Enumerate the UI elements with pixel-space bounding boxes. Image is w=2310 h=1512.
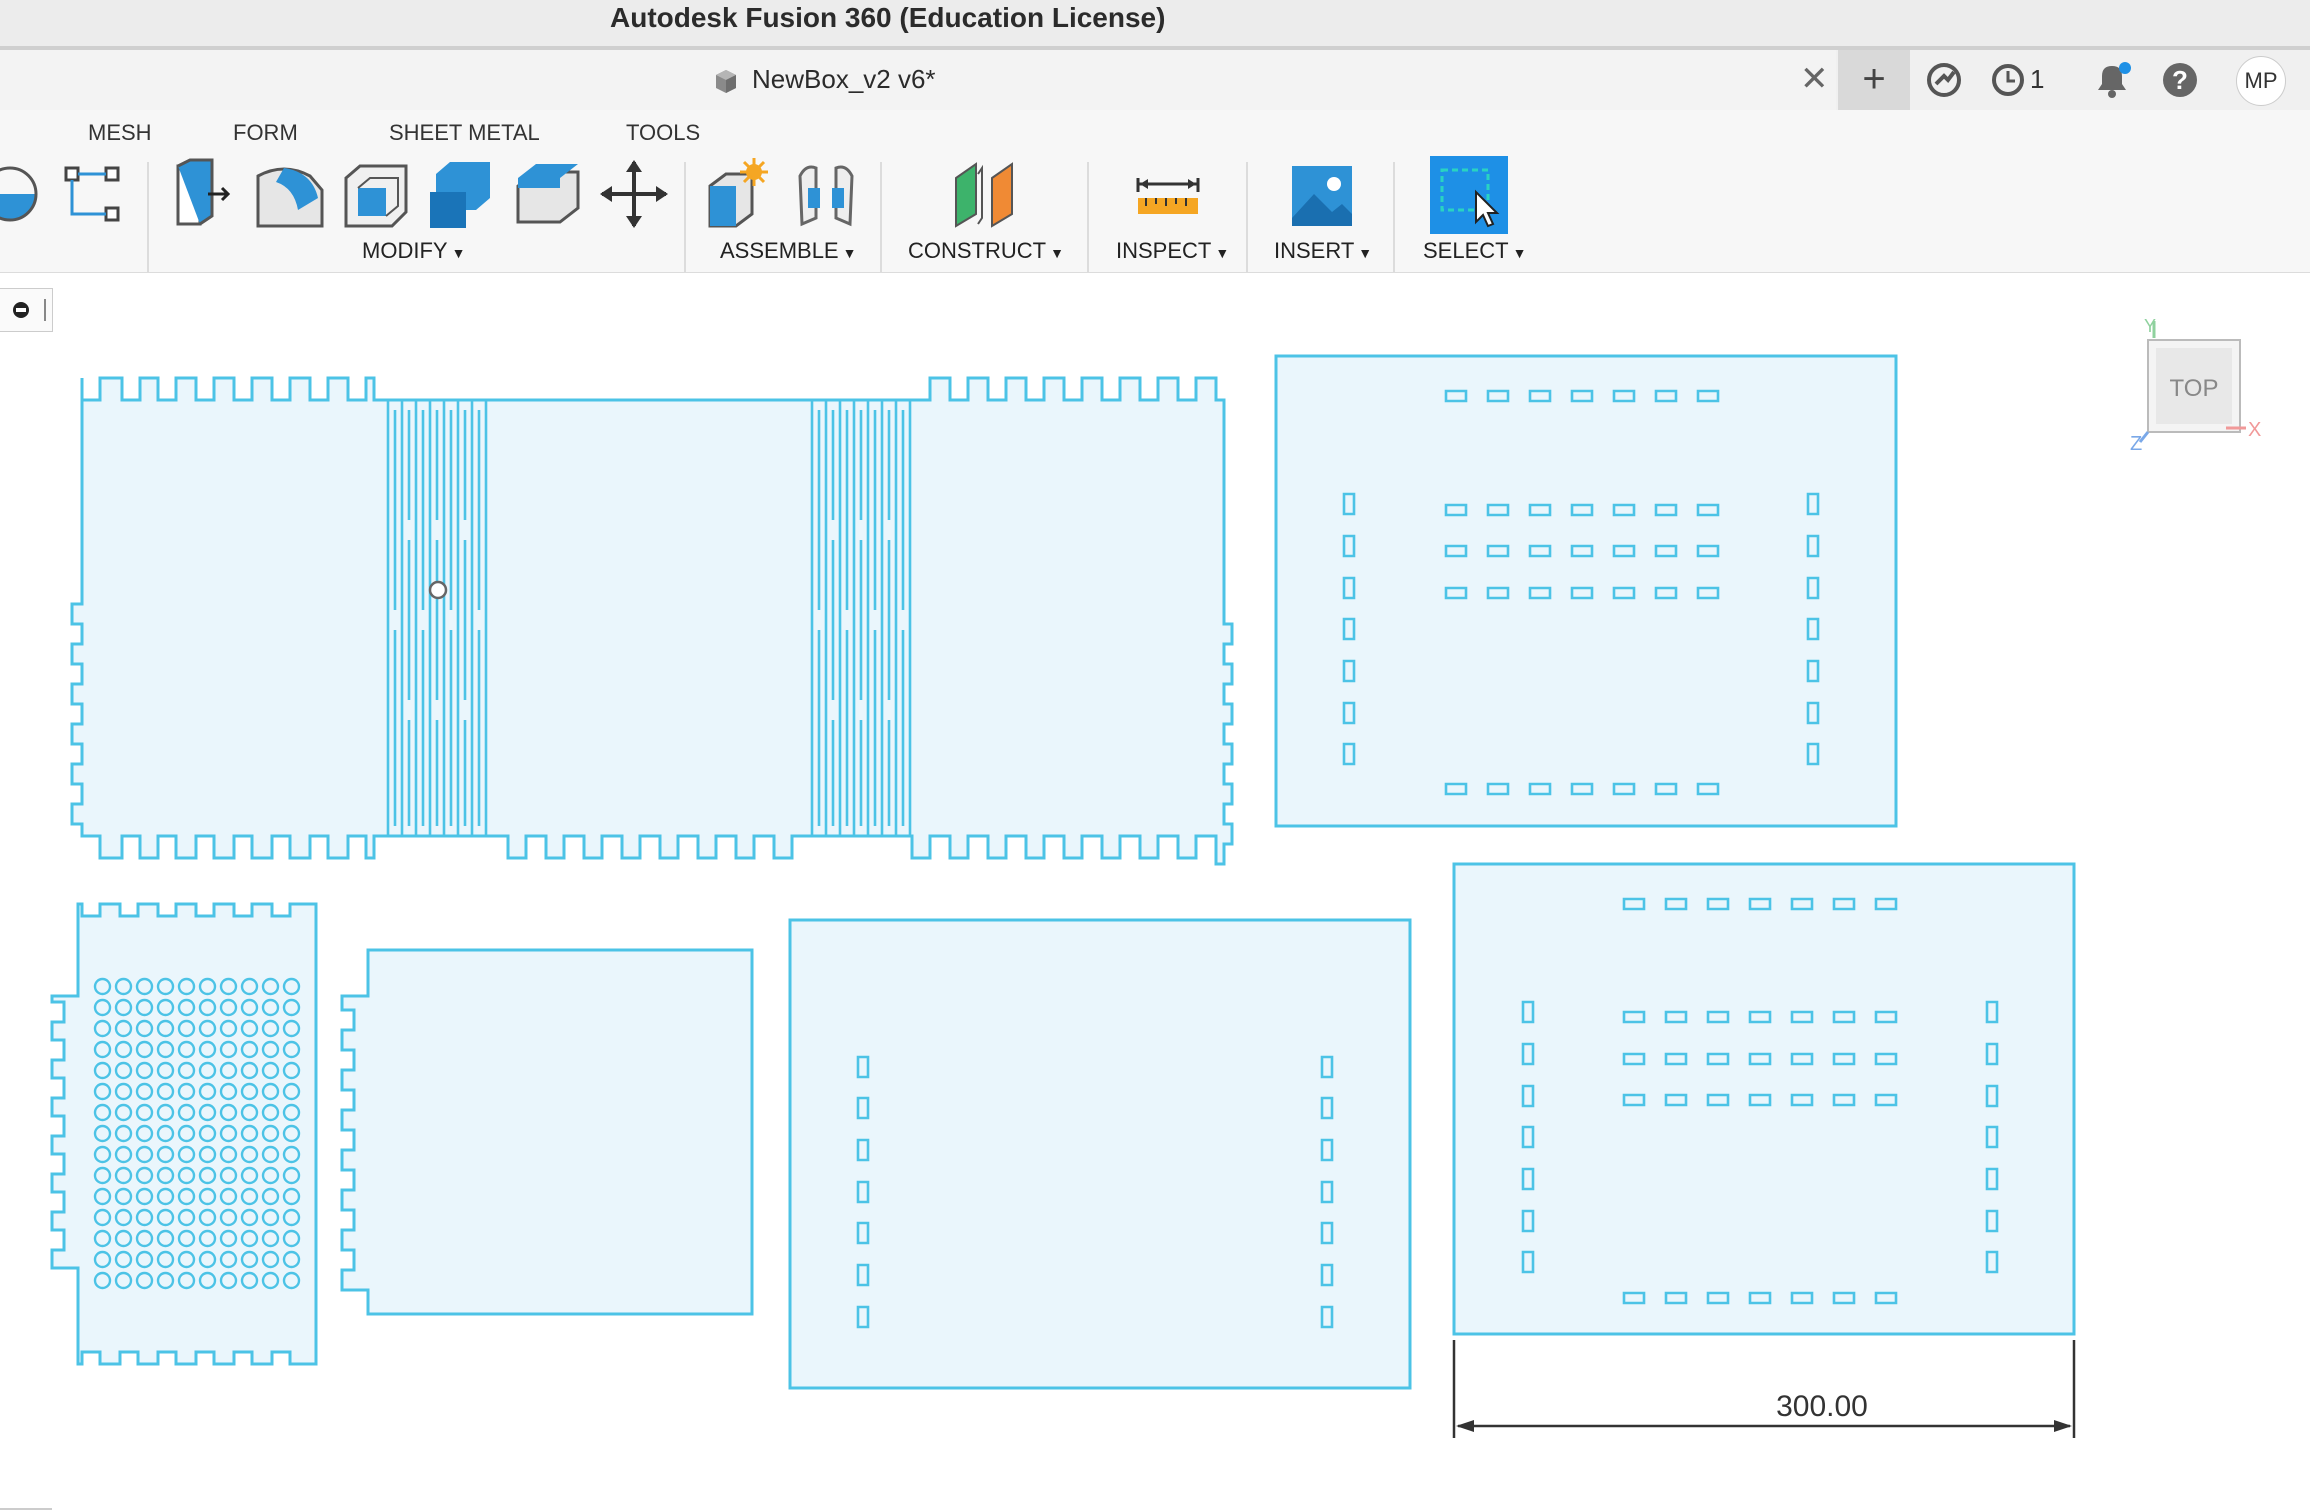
- separator: [1246, 162, 1248, 272]
- pattern-icon[interactable]: [58, 158, 130, 230]
- measure-icon[interactable]: [1132, 158, 1204, 230]
- sketch-profile-lid-panel[interactable]: [1452, 862, 2076, 1336]
- sketch-dimension[interactable]: 300.00: [1452, 1340, 2076, 1438]
- sketch-profile-top-panel[interactable]: [1274, 354, 1898, 828]
- assemble-menu[interactable]: ASSEMBLE ▼: [720, 238, 856, 264]
- fillet-icon[interactable]: [254, 158, 326, 230]
- chevron-down-icon: ▼: [1050, 245, 1064, 261]
- design-canvas[interactable]: 300.00: [0, 272, 2310, 1512]
- living-hinge-left: [386, 400, 488, 836]
- window-select-icon[interactable]: [1430, 156, 1508, 234]
- chevron-down-icon: ▼: [1358, 245, 1373, 261]
- insert-menu[interactable]: INSERT ▼: [1274, 238, 1372, 264]
- joint-icon[interactable]: [790, 158, 862, 230]
- tab-form[interactable]: FORM: [233, 120, 298, 146]
- insert-image-icon[interactable]: [1286, 158, 1358, 230]
- new-component-icon[interactable]: [704, 158, 776, 230]
- shell-icon[interactable]: [340, 158, 412, 230]
- press-pull-icon[interactable]: [168, 158, 240, 230]
- vent-hole-grid: [92, 976, 302, 1291]
- tab-tools[interactable]: TOOLS: [626, 120, 700, 146]
- inspect-menu[interactable]: INSPECT ▼: [1116, 238, 1229, 264]
- separator: [147, 162, 149, 272]
- title-bar: Autodesk Fusion 360 (Education License): [0, 0, 2310, 50]
- jobs-count: 1: [2030, 64, 2045, 94]
- clock-icon[interactable]: [1988, 58, 2028, 102]
- viewcube[interactable]: Y TOP X Z: [2130, 316, 2280, 456]
- select-menu[interactable]: SELECT ▼: [1423, 238, 1526, 264]
- insert-label: INSERT: [1274, 238, 1355, 263]
- new-tab-button[interactable]: +: [1838, 50, 1910, 110]
- sketch-profile-base-panel[interactable]: [788, 918, 1412, 1390]
- offset-plane-icon[interactable]: [948, 158, 1020, 230]
- toolbar-ribbon: MESH FORM SHEET METAL TOOLS MODIFY ▼ ASS…: [0, 110, 2310, 273]
- separator: [1087, 162, 1089, 272]
- component-icon: [716, 70, 736, 93]
- sketch-point[interactable]: [428, 580, 448, 600]
- chevron-down-icon: ▼: [451, 245, 466, 261]
- document-tab-bar: NewBox_v2 v6* ✕ + 1 ? MP: [0, 50, 2310, 110]
- document-name: NewBox_v2 v6*: [752, 64, 936, 94]
- document-tab[interactable]: NewBox_v2 v6* ✕: [0, 50, 1836, 110]
- tab-mesh[interactable]: MESH: [88, 120, 152, 146]
- construct-menu[interactable]: CONSTRUCT ▼: [908, 238, 1064, 264]
- move-icon[interactable]: [598, 158, 670, 230]
- modify-label: MODIFY: [362, 238, 448, 263]
- help-icon[interactable]: ?: [2158, 58, 2202, 102]
- separator: [684, 162, 686, 272]
- tab-sheet-metal[interactable]: SHEET METAL: [389, 120, 540, 146]
- revolve-icon[interactable]: [0, 158, 52, 230]
- sketch-profile-hinge-panel[interactable]: [70, 376, 1234, 866]
- axis-z-label: Z: [2130, 433, 2142, 455]
- viewcube-face-label[interactable]: TOP: [2170, 375, 2219, 402]
- construct-label: CONSTRUCT: [908, 238, 1047, 263]
- divider: [0, 1508, 52, 1510]
- sketch-profile-side-panel[interactable]: [340, 948, 754, 1316]
- dimension-value[interactable]: 300.00: [1776, 1390, 1868, 1423]
- app-title: Autodesk Fusion 360 (Education License): [610, 2, 1166, 33]
- chevron-down-icon: ▼: [1215, 245, 1230, 261]
- separator: [1393, 162, 1395, 272]
- chevron-down-icon: ▼: [842, 245, 857, 261]
- close-tab-icon[interactable]: ✕: [1800, 62, 1829, 96]
- inspect-label: INSPECT: [1116, 238, 1212, 263]
- axis-x-label: X: [2248, 419, 2261, 441]
- offset-face-icon[interactable]: [512, 158, 584, 230]
- chevron-down-icon: ▼: [1512, 245, 1527, 261]
- separator: [880, 162, 882, 272]
- extensions-icon[interactable]: [1922, 58, 1966, 102]
- living-hinge-right: [810, 400, 912, 836]
- user-avatar[interactable]: MP: [2236, 56, 2286, 106]
- select-label: SELECT: [1423, 238, 1509, 263]
- modify-menu[interactable]: MODIFY ▼: [362, 238, 465, 264]
- combine-icon[interactable]: [426, 158, 498, 230]
- svg-text:?: ?: [2172, 65, 2188, 95]
- bell-icon[interactable]: [2092, 58, 2136, 102]
- assemble-label: ASSEMBLE: [720, 238, 839, 263]
- axis-y-label: Y: [2144, 316, 2156, 336]
